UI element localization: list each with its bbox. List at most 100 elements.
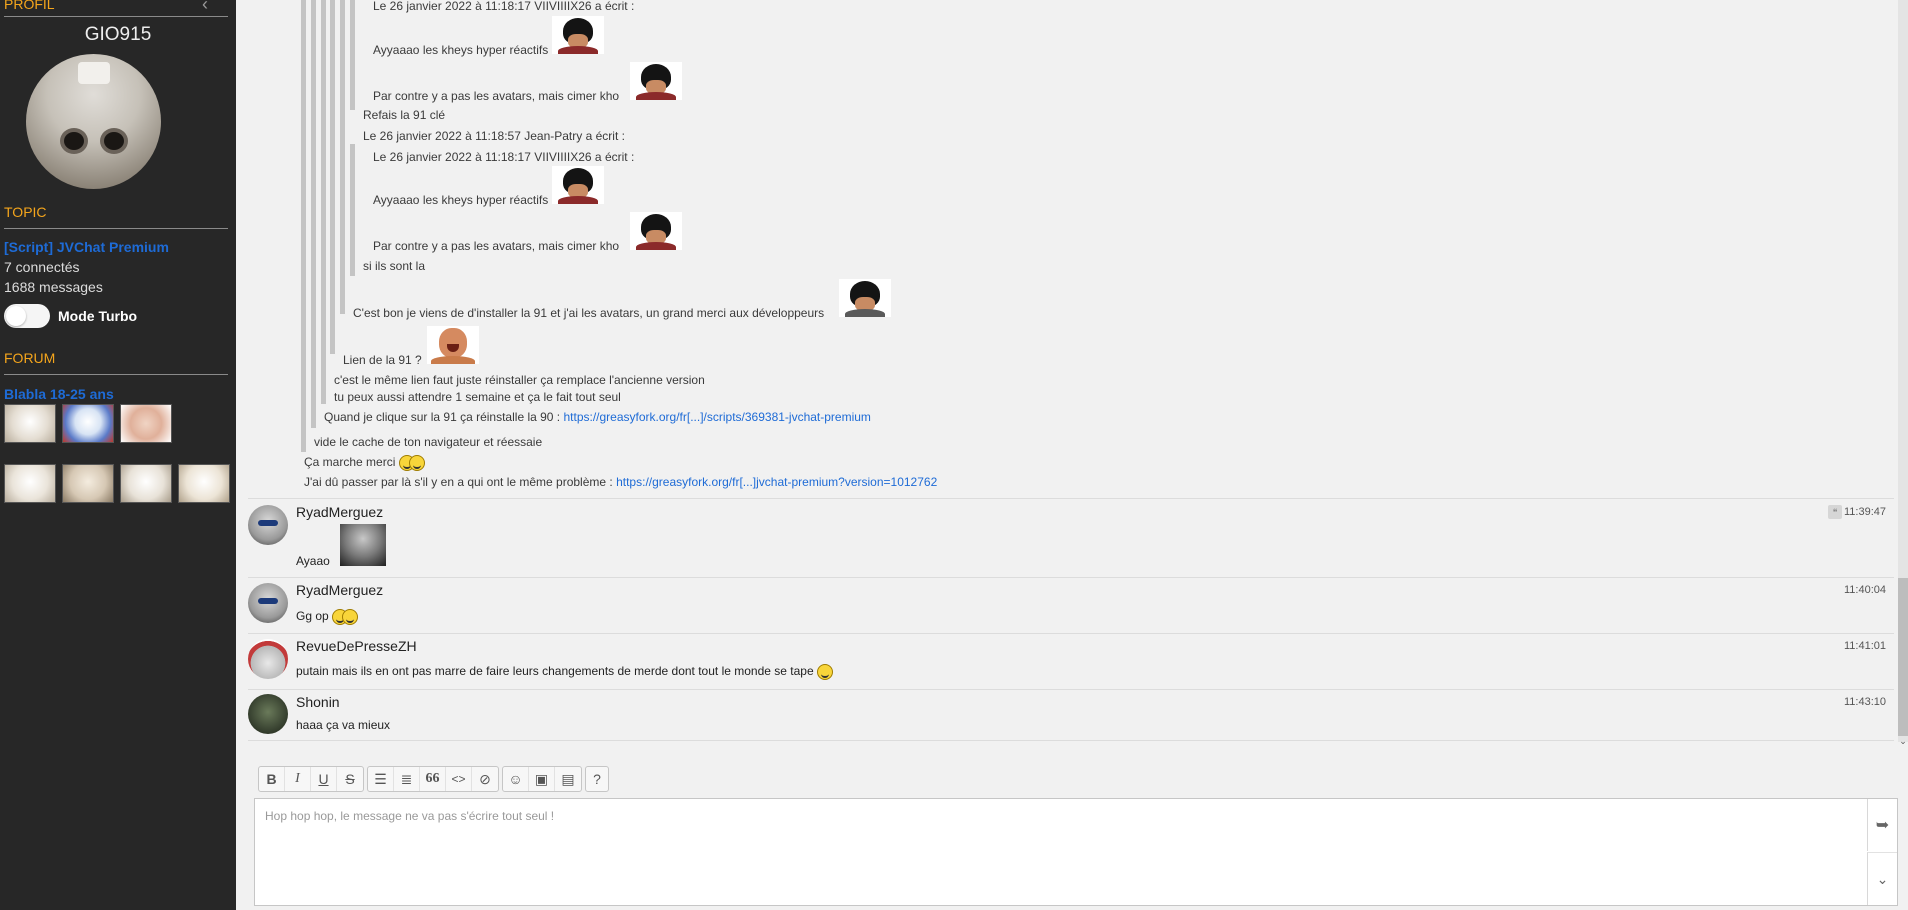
scrollbar[interactable]: ⌄ (1898, 0, 1908, 746)
divider (4, 16, 228, 17)
text-style-group: B I U S (258, 766, 364, 792)
message-separator (248, 740, 1894, 741)
divider (4, 374, 228, 375)
message-separator (248, 689, 1894, 690)
connected-user-avatar[interactable] (120, 464, 172, 503)
divider (4, 228, 228, 229)
message-count: 1688 messages (4, 279, 103, 295)
greasyfork-version-link[interactable]: https://greasyfork.org/fr[...]jvchat-pre… (616, 475, 937, 489)
message-text: haaa ça va mieux (296, 718, 391, 732)
connected-user-avatar[interactable] (62, 464, 114, 503)
quote-text: C'est bon je viens de d'installer la 91 … (353, 306, 825, 320)
connected-user-avatar[interactable] (120, 404, 172, 443)
send-icon[interactable]: ➥ (1867, 799, 1897, 851)
quote-icon[interactable]: 66 (420, 767, 446, 791)
quote-text: c'est le même lien faut juste réinstalle… (334, 373, 705, 387)
message-text: Gg op (296, 609, 329, 624)
quote-text: tu peux aussi attendre 1 semaine et ça l… (334, 390, 621, 404)
message-author[interactable]: RyadMerguez (296, 582, 383, 598)
quote-text: Par contre y a pas les avatars, mais cim… (373, 239, 620, 253)
quote-text: Par contre y a pas les avatars, mais cim… (373, 89, 620, 103)
quote-text: Quand je clique sur la 91 ça réinstalle … (324, 410, 871, 424)
sticker-image (552, 166, 604, 204)
quote-bar (321, 0, 326, 404)
quote-text: Quand je clique sur la 91 ça réinstalle … (324, 410, 561, 424)
quote-header: Le 26 janvier 2022 à 11:18:17 VIIVIIIIX2… (373, 0, 635, 13)
message-text: putain mais ils en ont pas marre de fair… (296, 664, 833, 680)
quote-bar (350, 0, 355, 110)
bullet-list-icon[interactable]: ☰ (368, 767, 394, 791)
message-text: Gg op (296, 609, 359, 625)
message-text: Ça marche merci (304, 455, 396, 470)
message-author[interactable]: Shonin (296, 694, 340, 710)
strikethrough-button[interactable]: S (337, 767, 363, 791)
message-author[interactable]: RyadMerguez (296, 504, 383, 520)
chevron-down-icon[interactable]: ⌄ (1898, 736, 1908, 746)
quote-text: Lien de la 91 ? (343, 353, 422, 367)
quote-icon[interactable]: ❝ (1828, 505, 1842, 519)
connected-user-avatar[interactable] (62, 404, 114, 443)
forum-link[interactable]: Blabla 18-25 ans (4, 386, 114, 402)
quote-bar (330, 0, 335, 354)
message-time: 11:39:47 (1843, 506, 1886, 518)
smiley-icon (342, 609, 359, 625)
help-button[interactable]: ? (586, 767, 608, 791)
avatar[interactable] (248, 583, 288, 623)
italic-button[interactable]: I (285, 767, 311, 791)
message-text: Ça marche merci (304, 455, 425, 471)
avatar[interactable] (248, 694, 288, 734)
topic-link[interactable]: [Script] JVChat Premium (4, 239, 169, 255)
turbo-mode-label: Mode Turbo (58, 308, 138, 324)
connected-user-avatar[interactable] (4, 404, 56, 443)
message-text: Ayaao (296, 554, 330, 568)
app-root: PROFIL ‹ GIO915 TOPIC [Script] JVChat Pr… (0, 0, 1908, 910)
expand-icon[interactable]: ⌄ (1867, 852, 1897, 905)
message-input[interactable] (255, 799, 1867, 905)
quote-header: Le 26 janvier 2022 à 11:18:17 VIIVIIIIX2… (373, 150, 635, 164)
sticker-image (630, 212, 682, 250)
connected-user-avatar[interactable] (178, 464, 230, 503)
message-author[interactable]: RevueDePresseZH (296, 638, 417, 654)
quote-bar (311, 0, 316, 428)
profile-avatar[interactable] (26, 54, 161, 189)
quote-text: Refais la 91 clé (363, 108, 446, 122)
smiley-icon (816, 664, 833, 680)
bold-button[interactable]: B (259, 767, 285, 791)
video-icon[interactable]: ▤ (555, 767, 581, 791)
sticker-image (839, 279, 891, 317)
profile-section-title: PROFIL (4, 0, 55, 12)
formatting-toolbar: B I U S ☰ ≣ 66 <> ⊘ ☺ ▣ ▤ ? (258, 766, 612, 792)
spoiler-icon[interactable]: ⊘ (472, 767, 498, 791)
connected-user-avatar[interactable] (4, 464, 56, 503)
message-text: putain mais ils en ont pas marre de fair… (296, 664, 814, 679)
sticker-image (340, 524, 386, 566)
image-icon[interactable]: ▣ (529, 767, 555, 791)
help-group: ? (585, 766, 609, 792)
topic-section-title: TOPIC (4, 204, 47, 220)
avatar[interactable] (248, 639, 288, 679)
media-group: ☺ ▣ ▤ (502, 766, 582, 792)
avatar[interactable] (248, 505, 288, 545)
quote-text: Ayyaaao les kheys hyper réactifs (373, 43, 549, 57)
numbered-list-icon[interactable]: ≣ (394, 767, 420, 791)
message-text: J'ai dû passer par là s'il y en a qui on… (304, 475, 937, 489)
code-icon[interactable]: <> (446, 767, 472, 791)
smiley-icon (408, 455, 425, 471)
quote-header: Le 26 janvier 2022 à 11:18:57 Jean-Patry… (363, 129, 625, 143)
connected-count: 7 connectés (4, 259, 80, 275)
greasyfork-link[interactable]: https://greasyfork.org/fr[...]/scripts/3… (563, 410, 870, 424)
underline-button[interactable]: U (311, 767, 337, 791)
block-format-group: ☰ ≣ 66 <> ⊘ (367, 766, 499, 792)
message-list[interactable]: Le 26 janvier 2022 à 11:18:17 VIIVIIIIX2… (248, 0, 1898, 742)
chevron-left-icon[interactable]: ‹ (202, 0, 208, 15)
smiley-icon[interactable]: ☺ (503, 767, 529, 791)
sticker-image (552, 16, 604, 54)
sticker-image (427, 326, 479, 364)
turbo-mode-toggle[interactable] (4, 304, 50, 328)
message-text: J'ai dû passer par là s'il y en a qui on… (304, 475, 613, 489)
message-time: 11:40:04 (1843, 584, 1886, 596)
message-separator (248, 633, 1894, 634)
quote-text: si ils sont la (363, 259, 426, 273)
quote-text: Ayyaaao les kheys hyper réactifs (373, 193, 549, 207)
scrollbar-thumb[interactable] (1898, 578, 1908, 736)
